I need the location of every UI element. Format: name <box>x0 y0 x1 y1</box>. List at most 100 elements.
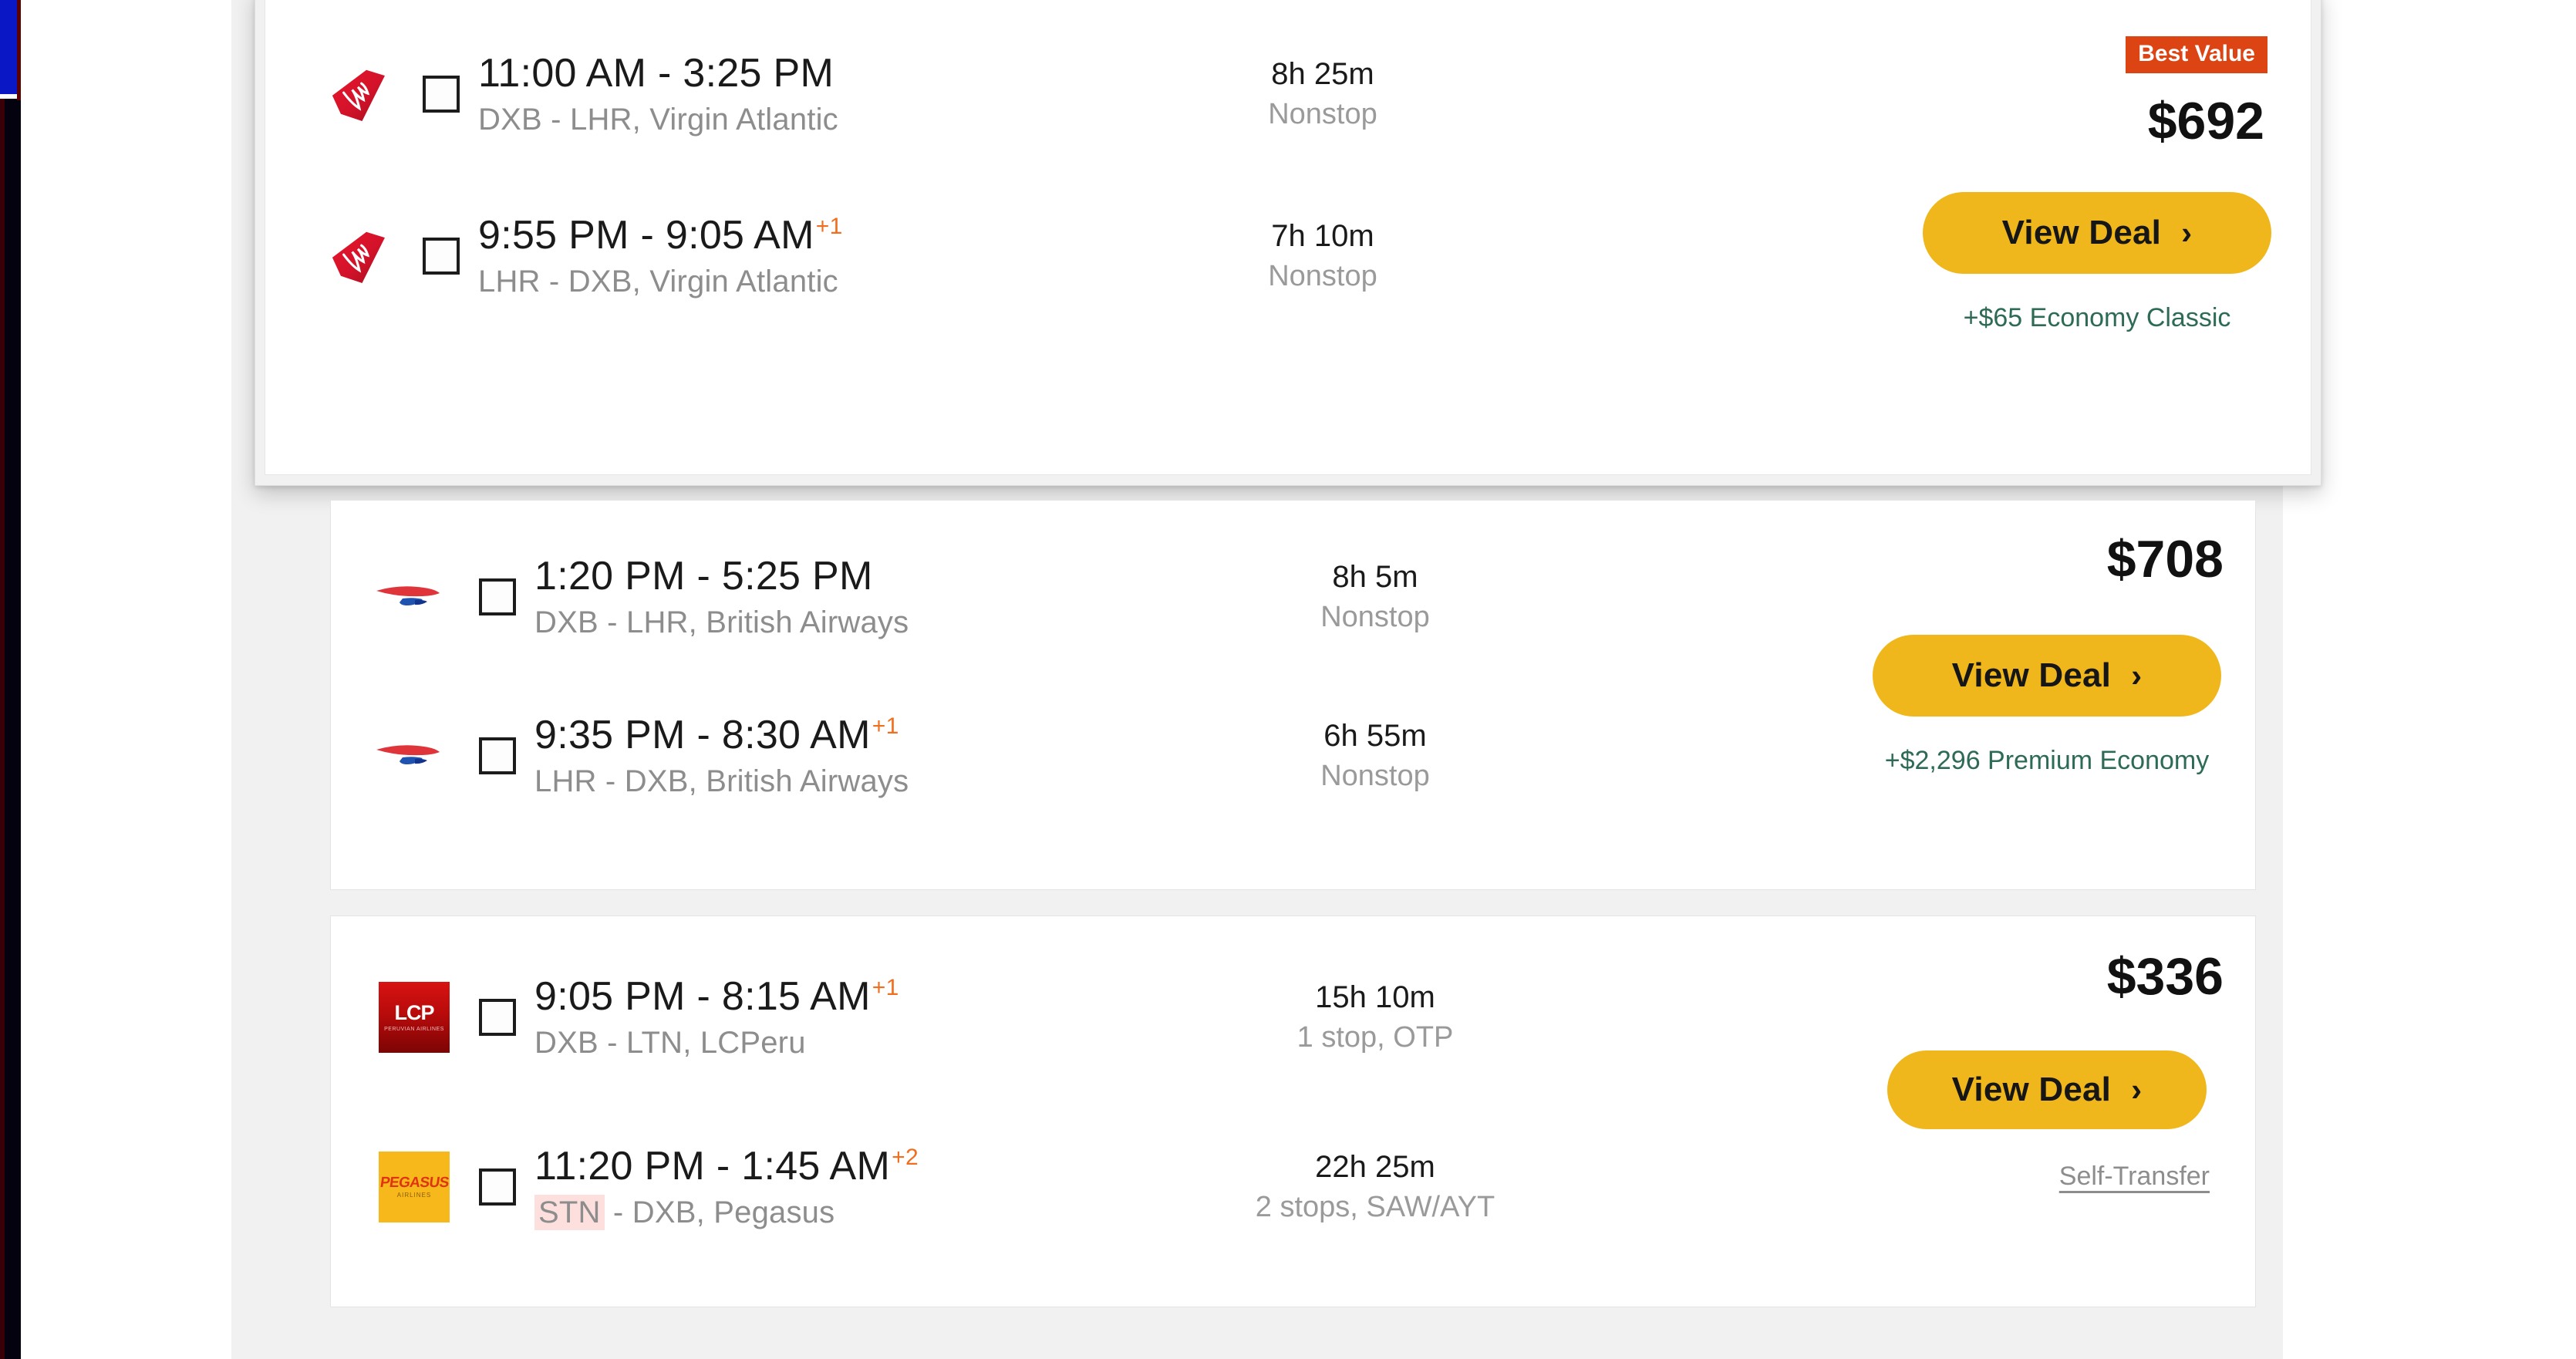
plus-day-indicator: +1 <box>872 713 899 740</box>
chevron-right-icon: › <box>2181 214 2193 251</box>
fare-upsell-note: +$65 Economy Classic <box>1963 303 2231 332</box>
lcperu-logo: LCP PERUVIAN AIRLINES <box>379 982 450 1053</box>
plus-day-indicator: +1 <box>872 975 899 1001</box>
fare-upsell-note: +$2,296 Premium Economy <box>1884 746 2210 775</box>
select-leg-checkbox[interactable] <box>423 76 460 113</box>
flight-time: 9:55 PM - 9:05 AM+1 <box>478 212 843 258</box>
flight-times-cell: 1:20 PM - 5:25 PM DXB - LHR, British Air… <box>534 555 1213 639</box>
british-airways-logo <box>376 586 440 605</box>
select-leg-checkbox[interactable] <box>479 737 516 774</box>
itinerary-leg-row[interactable]: 9:35 PM - 8:30 AM+1 LHR - DXB, British A… <box>368 692 1725 820</box>
airline-logo-cell <box>368 572 460 622</box>
price-column: $708 View Deal › +$2,296 Premium Economy <box>1866 533 2228 774</box>
flight-time: 1:20 PM - 5:25 PM <box>534 553 873 599</box>
chevron-right-icon: › <box>2131 1071 2143 1108</box>
view-deal-label: View Deal <box>1951 1071 2112 1108</box>
flight-route: DXB - LHR, British Airways <box>534 605 909 640</box>
flight-price: $708 <box>2106 530 2224 588</box>
view-deal-label: View Deal <box>2001 214 2162 251</box>
flight-route: LHR - DXB, British Airways <box>534 764 909 799</box>
select-leg-checkbox-cell[interactable] <box>404 238 478 275</box>
pegasus-logo: PEGASUS AIRLINES <box>379 1152 450 1222</box>
flight-times-cell: 9:35 PM - 8:30 AM+1 LHR - DXB, British A… <box>534 712 1213 799</box>
price-column: Best Value $692 View Deal › +$65 Economy… <box>1923 36 2271 332</box>
itinerary-leg-row[interactable]: 11:00 AM - 3:25 PM DXB - LHR, Virgin Atl… <box>312 29 1700 160</box>
flight-duration: 8h 25m <box>1271 57 1374 92</box>
virgin-atlantic-logo <box>332 231 385 283</box>
flight-times-cell: 9:05 PM - 8:15 AM+1 DXB - LTN, LCPeru <box>534 973 1213 1061</box>
flight-stops: Nonstop <box>1320 760 1430 793</box>
flight-duration-cell: 8h 25m Nonstop <box>1157 58 1489 130</box>
left-browser-chrome-blue <box>0 0 17 94</box>
flight-duration-cell: 15h 10m 1 stop, OTP <box>1213 981 1537 1054</box>
flight-duration-cell: 7h 10m Nonstop <box>1157 220 1489 292</box>
select-leg-checkbox[interactable] <box>423 238 460 275</box>
select-leg-checkbox-cell[interactable] <box>404 76 478 113</box>
left-browser-chrome-blue-edge <box>17 0 21 100</box>
flight-stops: Nonstop <box>1268 98 1377 131</box>
flight-time: 9:05 PM - 8:15 AM+1 <box>534 973 899 1019</box>
lcperu-logo-text: LCP <box>394 1001 435 1024</box>
flight-route-rest: - DXB, Pegasus <box>604 1195 835 1230</box>
flight-duration: 7h 10m <box>1271 219 1374 254</box>
select-leg-checkbox-cell[interactable] <box>460 578 534 615</box>
flight-times-cell: 9:55 PM - 9:05 AM+1 LHR - DXB, Virgin At… <box>478 214 1157 298</box>
flight-result-card[interactable]: 11:00 AM - 3:25 PM DXB - LHR, Virgin Atl… <box>265 0 2311 475</box>
plus-day-indicator: +2 <box>892 1145 919 1171</box>
self-transfer-link[interactable]: Self-Transfer <box>2059 1163 2210 1189</box>
plus-day-indicator: +1 <box>815 214 843 240</box>
flight-duration-cell: 6h 55m Nonstop <box>1213 720 1537 792</box>
flight-route: LHR - DXB, Virgin Atlantic <box>478 265 838 299</box>
itinerary-leg-row[interactable]: 1:20 PM - 5:25 PM DXB - LHR, British Air… <box>368 533 1725 661</box>
flight-time: 11:20 PM - 1:45 AM+2 <box>534 1143 919 1189</box>
airline-logo-cell: PEGASUS AIRLINES <box>368 1152 460 1222</box>
select-leg-checkbox[interactable] <box>479 578 516 615</box>
view-deal-button[interactable]: View Deal › <box>1887 1050 2207 1129</box>
airline-logo-cell <box>312 221 404 292</box>
flight-duration: 15h 10m <box>1315 980 1435 1015</box>
flight-stops: 1 stop, OTP <box>1296 1021 1454 1054</box>
select-leg-checkbox[interactable] <box>479 1168 516 1206</box>
flight-route: DXB - LHR, Virgin Atlantic <box>478 103 838 137</box>
view-deal-button[interactable]: View Deal › <box>1873 635 2221 717</box>
flight-result-card[interactable]: LCP PERUVIAN AIRLINES 9:05 PM - 8:15 AM+… <box>330 916 2256 1307</box>
flight-stops: Nonstop <box>1320 601 1430 634</box>
select-leg-checkbox-cell[interactable] <box>460 737 534 774</box>
left-browser-chrome-dark-edge <box>0 99 5 1359</box>
flight-time: 11:00 AM - 3:25 PM <box>478 50 835 96</box>
itinerary-leg-row[interactable]: 9:55 PM - 9:05 AM+1 LHR - DXB, Virgin At… <box>312 191 1700 322</box>
flight-price: $692 <box>2147 92 2264 150</box>
flight-duration-cell: 8h 5m Nonstop <box>1213 561 1537 633</box>
flight-route: DXB - LTN, LCPeru <box>534 1026 806 1061</box>
view-deal-button[interactable]: View Deal › <box>1923 192 2271 274</box>
flight-duration: 22h 25m <box>1315 1150 1435 1185</box>
flight-stops: Nonstop <box>1268 260 1377 293</box>
chevron-right-icon: › <box>2131 657 2143 693</box>
virgin-atlantic-logo <box>332 69 385 121</box>
flight-result-card[interactable]: 1:20 PM - 5:25 PM DXB - LHR, British Air… <box>330 500 2256 890</box>
airport-change-badge: STN <box>534 1195 605 1231</box>
flight-times-cell: 11:00 AM - 3:25 PM DXB - LHR, Virgin Atl… <box>478 50 1157 137</box>
flight-duration-cell: 22h 25m 2 stops, SAW/AYT <box>1213 1151 1537 1223</box>
airline-logo-cell <box>368 731 460 781</box>
flight-times-cell: 11:20 PM - 1:45 AM+2 STN - DXB, Pegasus <box>534 1143 1213 1231</box>
best-value-badge: Best Value <box>2126 36 2267 73</box>
airline-logo-cell: LCP PERUVIAN AIRLINES <box>368 982 460 1053</box>
british-airways-logo <box>376 745 440 764</box>
itinerary-leg-row[interactable]: PEGASUS AIRLINES 11:20 PM - 1:45 AM+2 ST… <box>368 1123 1725 1251</box>
flight-price: $336 <box>2106 947 2224 1006</box>
flight-stops: 2 stops, SAW/AYT <box>1255 1191 1495 1224</box>
select-leg-checkbox[interactable] <box>479 999 516 1036</box>
airline-logo-cell <box>312 59 404 130</box>
flight-duration: 6h 55m <box>1323 719 1427 754</box>
lcperu-logo-subtext: PERUVIAN AIRLINES <box>384 1027 444 1032</box>
pegasus-logo-text: PEGASUS <box>379 1175 450 1191</box>
itinerary-leg-row[interactable]: LCP PERUVIAN AIRLINES 9:05 PM - 8:15 AM+… <box>368 953 1725 1081</box>
pegasus-logo-subtext: AIRLINES <box>396 1192 432 1199</box>
flight-time: 9:35 PM - 8:30 AM+1 <box>534 712 899 757</box>
select-leg-checkbox-cell[interactable] <box>460 1168 534 1206</box>
view-deal-label: View Deal <box>1951 656 2112 694</box>
select-leg-checkbox-cell[interactable] <box>460 999 534 1036</box>
flight-duration: 8h 5m <box>1332 560 1418 595</box>
flight-route: STN - DXB, Pegasus <box>534 1195 1213 1231</box>
